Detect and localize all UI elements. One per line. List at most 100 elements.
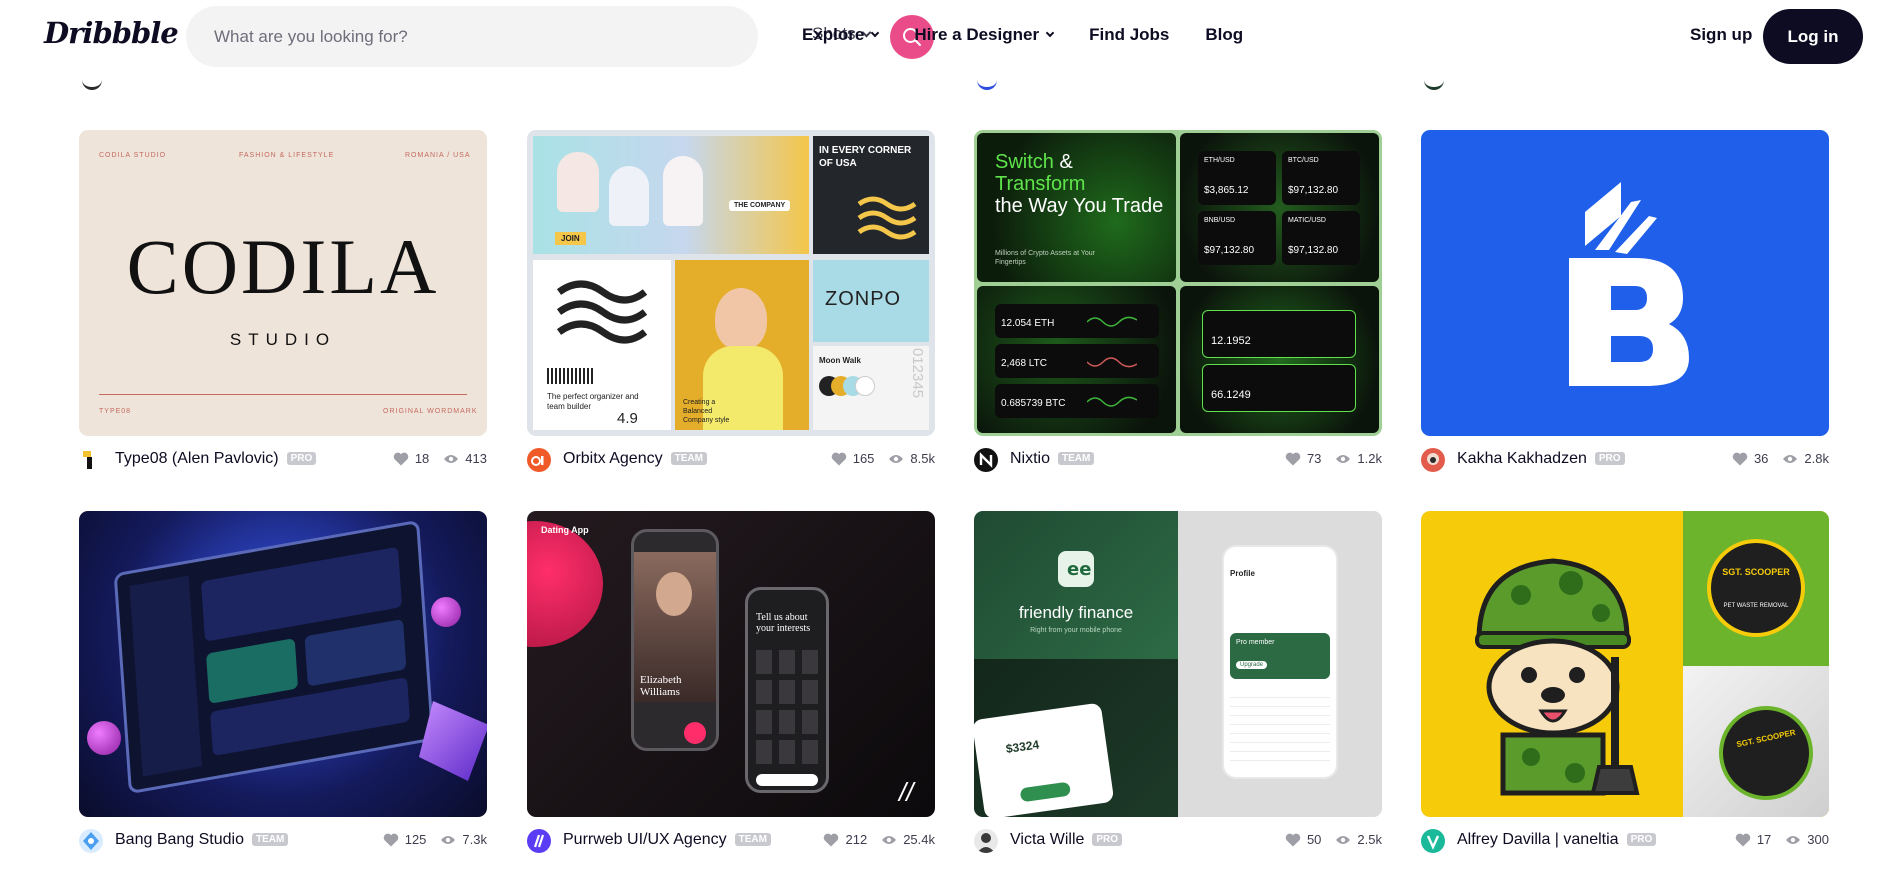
headline-part: Transform — [995, 173, 1086, 195]
decor-sphere — [87, 721, 121, 755]
view-count: 7.3k — [462, 832, 487, 847]
heart-icon[interactable] — [1285, 452, 1301, 466]
thumb-text: The perfect organizer and team builder — [547, 392, 639, 411]
author-name[interactable]: Kakha Kakhadzen PRO — [1457, 450, 1625, 468]
author-name[interactable]: Orbitx Agency TEAM — [563, 450, 707, 468]
nav-explore[interactable]: Explore — [802, 25, 880, 45]
author-name[interactable]: Alfrey Davilla | vaneltia PRO — [1457, 831, 1657, 849]
divider — [99, 394, 467, 395]
shot-meta: Alfrey Davilla | vaneltia PRO 17 300 — [1421, 827, 1829, 853]
thumb-text: Profile — [1230, 569, 1255, 578]
avatar[interactable] — [974, 448, 998, 472]
author-name[interactable]: Type08 (Alen Pavlovic) PRO — [115, 450, 317, 468]
author-label: Type08 (Alen Pavlovic) — [115, 450, 279, 467]
eye-icon — [882, 835, 897, 844]
author-label: Victa Wille — [1010, 831, 1085, 848]
author-name[interactable]: Nixtio TEAM — [1010, 450, 1095, 468]
view-count: 413 — [465, 451, 487, 466]
avatar[interactable] — [974, 829, 998, 853]
shot-thumbnail[interactable] — [79, 511, 487, 817]
purrweb-mark: // — [899, 777, 914, 807]
tshirt-panel: SGT. SCOOPER — [1683, 666, 1829, 817]
headline-part: the Way You Trade — [995, 195, 1164, 217]
thumb-text: IN EVERY CORNER OF USA — [819, 145, 912, 169]
like-count: 17 — [1756, 832, 1772, 847]
heart-icon[interactable] — [823, 833, 839, 847]
log-in-button[interactable]: Log in — [1763, 9, 1863, 64]
shot-thumbnail[interactable]: CODILA STUDIO FASHION & LIFESTYLE ROMANI… — [79, 130, 487, 436]
search-input[interactable] — [214, 24, 594, 50]
pair-value: $97,132.80 — [1288, 185, 1339, 196]
heart-icon[interactable] — [1735, 833, 1751, 847]
shot-thumbnail[interactable]: SGT. SCOOPER PET WASTE REMOVAL SGT. SCOO… — [1421, 511, 1829, 817]
heart-icon[interactable] — [383, 833, 399, 847]
author-label: Orbitx Agency — [563, 450, 663, 467]
site-header: Dribbble Shots Explore Hire a Designer F… — [0, 0, 1880, 72]
avatar[interactable] — [79, 448, 103, 472]
thumb-brand: ZONPO — [825, 288, 902, 310]
sticker-sub: PET WASTE REMOVAL — [1723, 603, 1789, 609]
photo-panel: Creating a Balanced Company style — [675, 260, 809, 430]
team-badge: TEAM — [670, 452, 707, 465]
thumb-text: Pro member — [1236, 639, 1275, 646]
dribbble-logo[interactable]: Dribbble — [44, 16, 179, 50]
photo-panel: JOIN THE COMPANY — [533, 136, 809, 254]
author-label: Nixtio — [1010, 450, 1051, 467]
shot-meta: Orbitx Agency TEAM 165 8.5k — [527, 446, 935, 472]
shot-thumbnail[interactable]: ee friendly finance Right from your mobi… — [974, 511, 1382, 817]
shot-thumbnail[interactable]: Switch & Transform the Way You Trade Mill… — [974, 130, 1382, 436]
thumb-text: Millions of Crypto Assets at Your Finger… — [995, 250, 1095, 266]
shot-stats: 73 1.2k — [1285, 451, 1382, 466]
heart-icon[interactable] — [393, 452, 409, 466]
shot-thumbnail[interactable] — [1421, 130, 1829, 436]
view-count: 2.8k — [1804, 451, 1829, 466]
avatar[interactable] — [79, 829, 103, 853]
avatar[interactable] — [527, 829, 551, 853]
pair-label: ETH/USD — [1204, 157, 1235, 164]
author-name[interactable]: Victa Wille PRO — [1010, 831, 1123, 849]
view-count: 2.5k — [1357, 832, 1382, 847]
pair-label: BTC/USD — [1288, 157, 1319, 164]
like-count: 18 — [414, 451, 430, 466]
nav-explore-label: Explore — [802, 25, 865, 44]
author-label: Alfrey Davilla | vaneltia — [1457, 831, 1619, 848]
holdings-panel: 12.054 ETH 2,468 LTC 0.685739 BTC — [977, 286, 1176, 433]
thumb-text: ROMANIA / USA — [405, 152, 471, 159]
team-badge: TEAM — [1058, 452, 1095, 465]
author-label: Bang Bang Studio — [115, 831, 244, 848]
search-bar: Shots — [186, 6, 934, 67]
eye-icon — [1783, 454, 1798, 463]
like-count: 73 — [1306, 451, 1322, 466]
card-panel: The perfect organizer and team builder 4… — [533, 260, 671, 430]
eye-icon — [1336, 835, 1351, 844]
pro-badge: PRO — [1092, 833, 1123, 846]
avatar[interactable] — [527, 448, 551, 472]
previous-row-avatar — [1424, 72, 1444, 90]
nav-blog[interactable]: Blog — [1205, 25, 1243, 45]
hero-panel: Switch & Transform the Way You Trade Mill… — [977, 133, 1176, 282]
shot-thumbnail[interactable]: Dating App Elizabeth Williams Tell us ab… — [527, 511, 935, 817]
chevron-down-icon — [871, 28, 880, 38]
shot-thumbnail[interactable]: JOIN THE COMPANY IN EVERY CORNER OF USA … — [527, 130, 935, 436]
thumb-text: Tell us about your interests — [756, 612, 811, 634]
thumb-text: Upgrade — [1236, 661, 1268, 669]
avatar[interactable] — [1421, 829, 1445, 853]
heart-icon[interactable] — [831, 452, 847, 466]
sticker-panel: SGT. SCOOPER PET WASTE REMOVAL — [1683, 511, 1829, 666]
thumb-text: Dating App — [541, 525, 589, 535]
author-name[interactable]: Bang Bang Studio TEAM — [115, 831, 289, 849]
chevron-down-icon — [1045, 28, 1055, 38]
heart-icon[interactable] — [1285, 833, 1301, 847]
book-b-logo — [1569, 182, 1689, 386]
nav-hire-designer[interactable]: Hire a Designer — [914, 25, 1055, 45]
view-count: 1.2k — [1357, 451, 1382, 466]
sign-up-link[interactable]: Sign up — [1690, 25, 1752, 45]
avatar[interactable] — [1421, 448, 1445, 472]
heart-icon[interactable] — [1732, 452, 1748, 466]
shot-meta: Nixtio TEAM 73 1.2k — [974, 446, 1382, 472]
main-nav: Explore Hire a Designer Find Jobs Blog — [802, 25, 1279, 45]
brand-panel: ee friendly finance Right from your mobi… — [974, 511, 1178, 659]
sticker-text: SGT. SCOOPER — [1722, 567, 1790, 577]
author-name[interactable]: Purrweb UI/UX Agency TEAM — [563, 831, 771, 849]
nav-find-jobs[interactable]: Find Jobs — [1089, 25, 1169, 45]
